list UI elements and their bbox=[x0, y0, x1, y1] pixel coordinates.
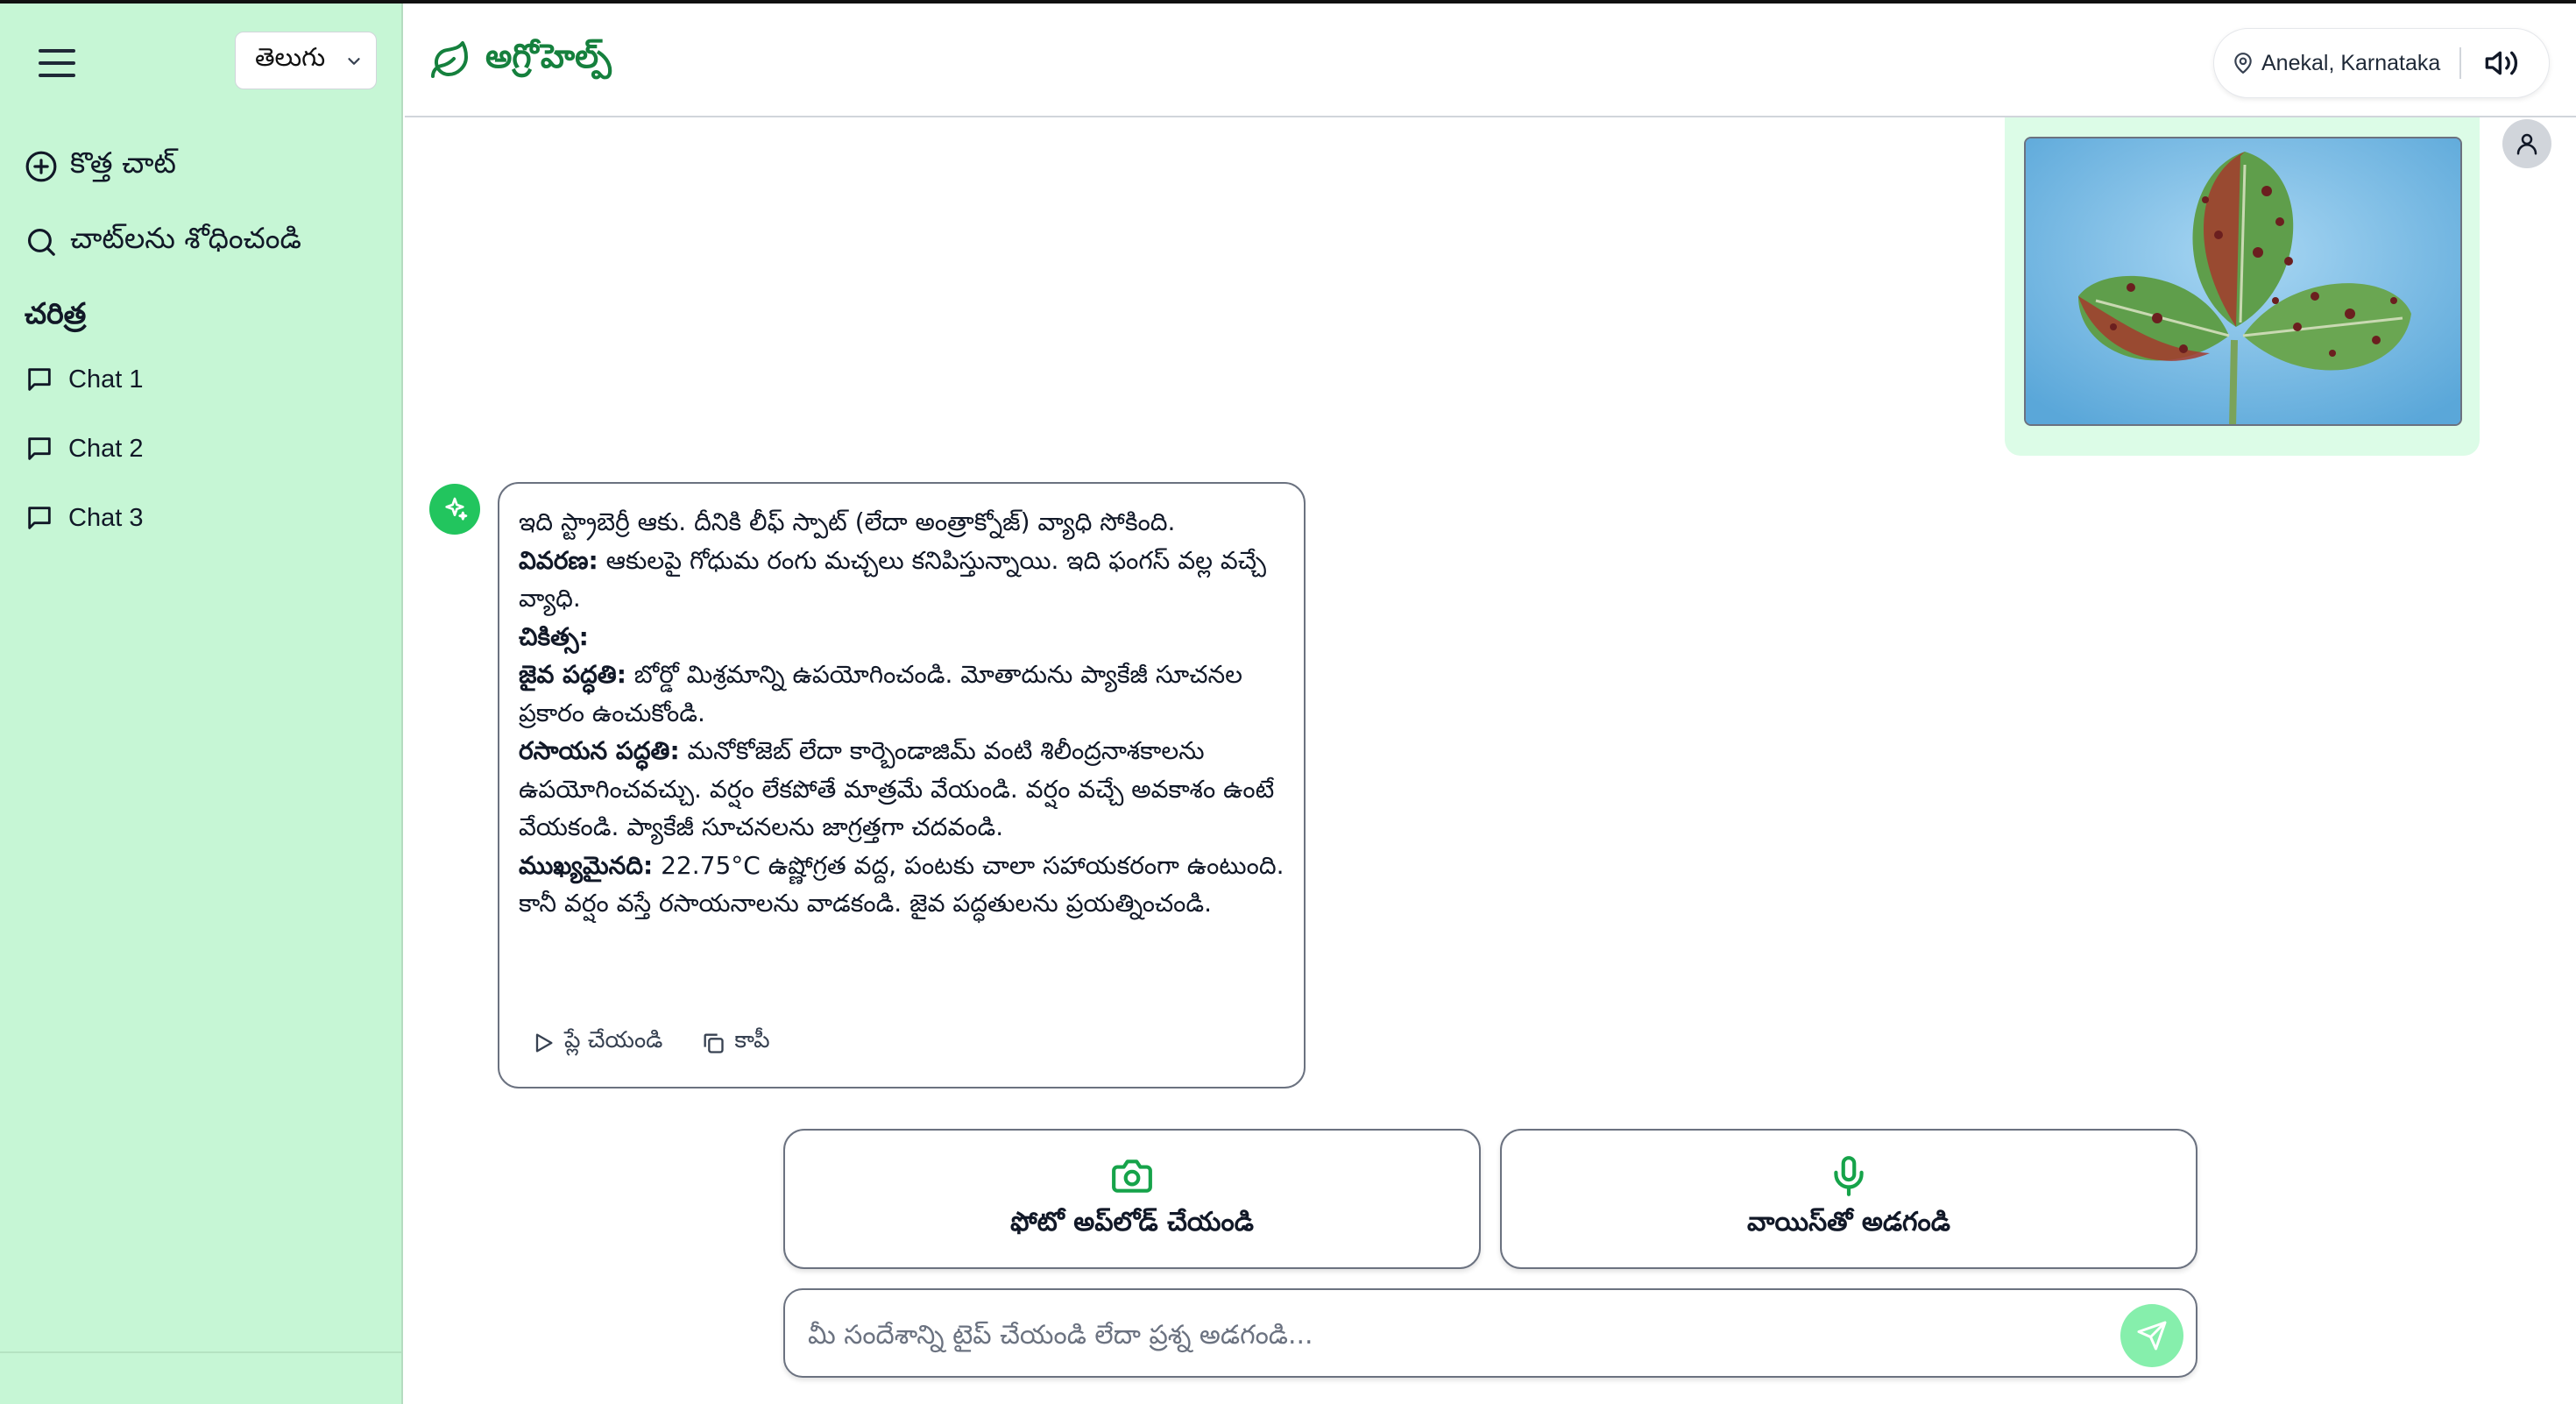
description-text: ఆకులపై గోధుమ రంగు మచ్చలు కనిపిస్తున్నాయి… bbox=[519, 545, 1274, 613]
bot-message-text: ఇది స్ట్రాబెర్రీ ఆకు. దీనికి లీఫ్ స్పాట్… bbox=[519, 503, 1284, 923]
sidebar-divider bbox=[0, 1351, 401, 1353]
history-heading: చరిత్ర bbox=[25, 296, 87, 330]
leaf-icon bbox=[431, 41, 468, 78]
bio-method-label: జైవ పద్ధతి: bbox=[519, 660, 626, 689]
language-select[interactable]: తెలుగు bbox=[235, 32, 377, 89]
upload-photo-button[interactable]: ఫోటో అప్‌లోడ్ చేయండి bbox=[783, 1129, 1481, 1269]
location-text: Anekal, Karnataka bbox=[2261, 50, 2441, 75]
chat-item-label: Chat 3 bbox=[68, 503, 144, 532]
sidebar-item-chat-1[interactable]: Chat 1 bbox=[25, 365, 143, 394]
language-select-value: తెలుగు bbox=[255, 42, 326, 72]
user-icon bbox=[2516, 133, 2537, 155]
chat-item-label: Chat 1 bbox=[68, 365, 144, 394]
chat-bubble-icon bbox=[28, 437, 51, 460]
bot-message-actions: ప్లే చేయండి కాపీ bbox=[531, 1027, 770, 1059]
user-avatar bbox=[2502, 119, 2551, 168]
treatment-label: చికిత్స: bbox=[519, 621, 589, 651]
sidebar: తెలుగు కొత్త చాట్ చాట్‌లను శోధించండి చరి… bbox=[0, 4, 403, 1404]
chat-bubble-icon bbox=[28, 507, 51, 529]
chat-bubble-icon bbox=[28, 368, 51, 391]
ask-voice-label: వాయిస్‌తో అడగండి bbox=[1747, 1207, 1950, 1237]
copy-label: కాపీ bbox=[734, 1027, 770, 1053]
app-header: అగ్రోహెల్ప్ Anekal, Karnataka bbox=[405, 4, 2576, 117]
speaker-icon[interactable] bbox=[2484, 46, 2519, 81]
copy-icon bbox=[704, 1033, 725, 1053]
send-icon bbox=[2137, 1321, 2167, 1351]
new-chat-button[interactable]: కొత్త చాట్ bbox=[25, 145, 176, 187]
chevron-down-icon bbox=[348, 58, 360, 65]
search-chats-button[interactable]: చాట్‌లను శోధించండి bbox=[25, 221, 301, 262]
bio-method-text: బోర్డో మిశ్రమాన్ని ఉపయోగించండి. మోతాదును… bbox=[519, 660, 1250, 727]
sidebar-item-chat-2[interactable]: Chat 2 bbox=[25, 434, 143, 464]
chem-method-label: రసాయన పద్ధతి: bbox=[519, 736, 680, 765]
camera-icon bbox=[1112, 1159, 1152, 1193]
message-input-box bbox=[783, 1288, 2197, 1378]
diagnosis-line: ఇది స్ట్రాబెర్రీ ఆకు. దీనికి లీఫ్ స్పాట్… bbox=[519, 507, 1176, 536]
search-chats-label: చాట్‌లను శోధించండి bbox=[70, 221, 301, 255]
menu-icon[interactable] bbox=[39, 49, 75, 79]
sparkle-icon bbox=[445, 497, 468, 521]
message-input[interactable] bbox=[808, 1313, 2070, 1357]
copy-button[interactable]: కాపీ bbox=[701, 1027, 770, 1059]
user-image-message bbox=[2005, 117, 2480, 456]
pill-divider bbox=[2459, 47, 2462, 79]
location-pill[interactable]: Anekal, Karnataka bbox=[2213, 28, 2550, 98]
ask-voice-button[interactable]: వాయిస్‌తో అడగండి bbox=[1500, 1129, 2197, 1269]
send-button[interactable] bbox=[2120, 1304, 2183, 1367]
bot-message: ఇది స్ట్రాబెర్రీ ఆకు. దీనికి లీఫ్ స్పాట్… bbox=[498, 482, 1306, 1088]
map-pin-icon bbox=[2234, 53, 2252, 74]
plus-circle-icon bbox=[25, 151, 57, 181]
new-chat-label: కొత్త చాట్ bbox=[70, 145, 176, 180]
search-icon bbox=[27, 228, 55, 256]
important-label: ముఖ్యమైనది: bbox=[519, 850, 654, 880]
sidebar-item-chat-3[interactable]: Chat 3 bbox=[25, 503, 143, 533]
bot-avatar bbox=[429, 484, 480, 535]
brand-name: అగ్రోహెల్ప్ bbox=[485, 37, 612, 75]
description-label: వివరణ: bbox=[519, 545, 598, 575]
leaf-image bbox=[2026, 138, 2460, 424]
play-button[interactable]: ప్లే చేయండి bbox=[531, 1027, 662, 1059]
upload-photo-label: ఫోటో అప్‌లోడ్ చేయండి bbox=[1010, 1207, 1254, 1237]
play-icon bbox=[535, 1033, 553, 1053]
chat-item-label: Chat 2 bbox=[68, 434, 144, 463]
brand[interactable]: అగ్రోహెల్ప్ bbox=[429, 37, 612, 84]
play-label: ప్లే చేయండి bbox=[564, 1027, 663, 1053]
strawberry-leaf-photo[interactable] bbox=[2024, 137, 2462, 426]
microphone-icon bbox=[1834, 1156, 1864, 1196]
